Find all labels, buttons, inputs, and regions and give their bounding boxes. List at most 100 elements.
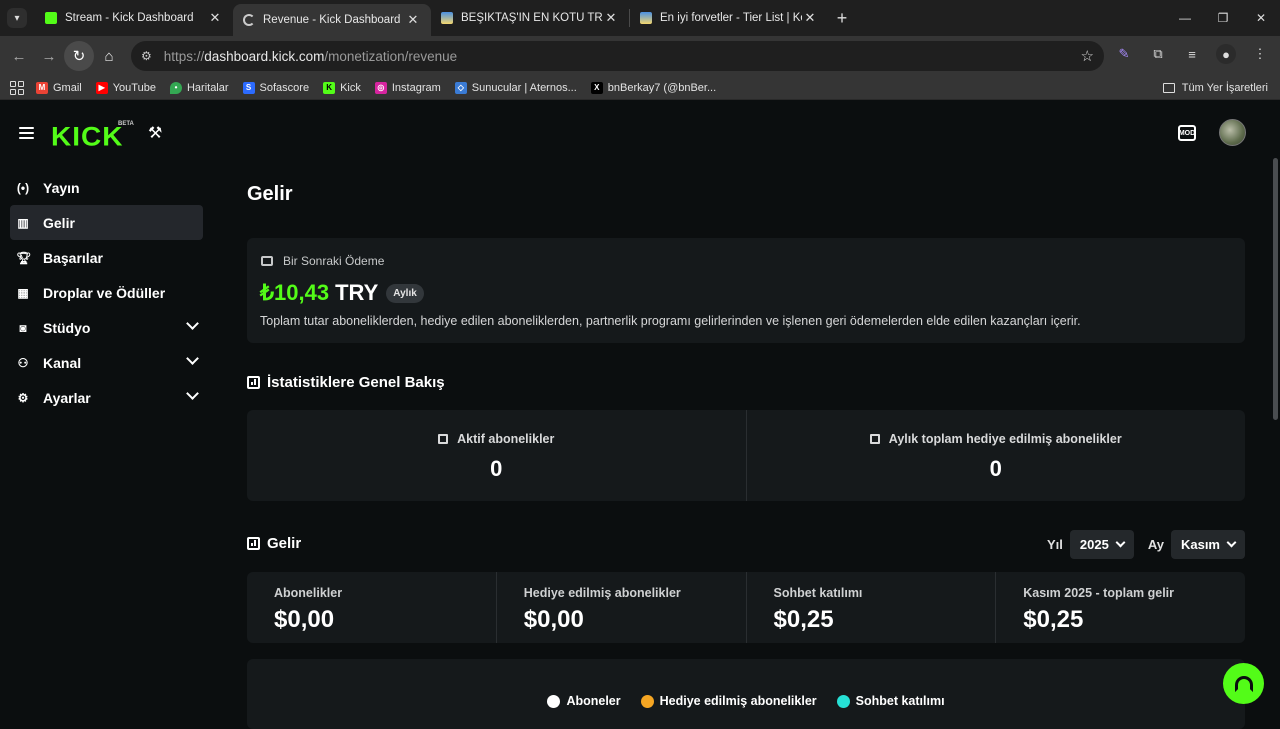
chevron-down-icon (186, 387, 199, 400)
hamburger-menu-icon[interactable] (19, 127, 34, 139)
tab-close-icon[interactable]: ✕ (603, 10, 619, 26)
address-toolbar: ← → ↻ ⌂ ⚙ https://dashboard.kick.com/mon… (0, 36, 1280, 76)
tab-besiktas[interactable]: BEŞİKTAŞ'IN EN KÖTÜ TRANSFE ✕ (431, 0, 629, 36)
payout-label: Bir Sonraki Ödeme (261, 254, 384, 268)
bookmark-instagram[interactable]: ◎ Instagram (374, 81, 441, 94)
revenue-breakdown-card: Abonelikler $0,00 Hediye edilmiş abonelik… (247, 572, 1245, 643)
gmail-icon: M (36, 81, 48, 94)
support-headset-button[interactable] (1223, 663, 1264, 704)
browser-tab-bar: ▾ Stream - Kick Dashboard ✕ Revenue - Ki… (0, 0, 1280, 36)
menu-kebab-icon[interactable]: ⋮ (1250, 44, 1270, 64)
tab-close-icon[interactable]: ✕ (802, 10, 818, 26)
moderator-icon[interactable]: MOD (1178, 125, 1196, 141)
window-controls: — ❐ ✕ (1166, 0, 1280, 36)
kick-logo[interactable]: KICK (51, 122, 123, 152)
headset-icon (1234, 675, 1253, 692)
tab-title: BEŞİKTAŞ'IN EN KÖTÜ TRANSFE (461, 12, 603, 24)
revenue-chat-participation: Sohbet katılımı $0,25 (745, 572, 996, 643)
bookmark-sofascore[interactable]: S Sofascore (242, 81, 309, 94)
bookmark-maps[interactable]: • Haritalar (169, 81, 229, 94)
chevron-down-icon (186, 317, 199, 330)
revenue-subscriptions: Abonelikler $0,00 (274, 586, 343, 633)
youtube-icon: ▶ (95, 81, 108, 94)
bookmark-star-icon[interactable]: ☆ (1081, 47, 1094, 65)
sidebar-item-ayarlar[interactable]: ⚙ Ayarlar (10, 380, 203, 415)
studio-icon: ◙ (19, 320, 27, 335)
settings-icon: ⚙ (17, 390, 29, 405)
channel-icon: ⚇ (17, 355, 29, 370)
bookmark-gmail[interactable]: M Gmail (36, 81, 82, 94)
page-scrollbar[interactable] (1273, 158, 1278, 420)
sidebar-item-gelir[interactable]: ▥ Gelir (10, 205, 203, 240)
tab-close-icon[interactable]: ✕ (405, 12, 421, 28)
sidebar-item-studyo[interactable]: ◙ Stüdyo (10, 310, 203, 345)
page-title: Gelir (247, 183, 293, 205)
payout-description: Toplam tutar aboneliklerden, hediye edil… (260, 314, 1081, 328)
all-bookmarks[interactable]: Tüm Yer İşaretleri (1162, 82, 1268, 94)
site-info-icon[interactable]: ⚙ (141, 49, 152, 63)
aternos-icon: ◇ (454, 81, 467, 94)
loading-favicon-icon (243, 14, 255, 26)
year-select[interactable]: 2025 (1069, 530, 1134, 559)
media-control-icon[interactable]: ≡ (1182, 44, 1202, 64)
sidebar-item-yayin[interactable]: (•) Yayın (10, 170, 203, 205)
sidebar: (•) Yayın ▥ Gelir 🏆︎ Başarılar ▦ Droplar ve … (10, 170, 203, 415)
bookmarks-bar: M Gmail ▶ YouTube • Haritalar S Sofascore KK… (0, 76, 1280, 100)
next-payout-card: Bir Sonraki Ödeme ₺10,43 TRY Aylık Topla… (247, 238, 1245, 343)
tab-revenue[interactable]: Revenue - Kick Dashboard ✕ (233, 4, 431, 36)
beta-badge: BETA (118, 121, 134, 127)
tab-stream[interactable]: Stream - Kick Dashboard ✕ (35, 0, 233, 36)
revenue-filters: Yıl 2025 Ay Kasım (1047, 530, 1245, 559)
reload-icon[interactable]: ↻ (64, 41, 94, 71)
url-bar[interactable]: ⚙ https://dashboard.kick.com/monetizatio… (131, 41, 1104, 71)
user-avatar[interactable] (1219, 119, 1246, 146)
gift-icon: ▦ (17, 285, 29, 300)
legend-item-subscribers[interactable]: Aboneler (547, 694, 621, 708)
tab-search-icon[interactable]: ▾ (7, 8, 27, 28)
chart-icon (438, 434, 449, 444)
sidebar-item-droplar[interactable]: ▦ Droplar ve Ödüller (10, 275, 203, 310)
bookmark-x[interactable]: XbnBerkay7 (@bnBer... (590, 81, 716, 94)
url-text: https://dashboard.kick.com/monetization/… (163, 48, 458, 64)
revenue-gifted-subs: Hediye edilmiş abonelikler $0,00 (495, 572, 746, 643)
tab-close-icon[interactable]: ✕ (207, 10, 223, 26)
legend-item-gifted[interactable]: Hediye edilmiş abonelikler (640, 694, 817, 708)
puzzle-extensions-icon[interactable]: ⧉ (1148, 44, 1168, 64)
chevron-down-icon (1226, 537, 1237, 548)
stat-active-subs: Aktif abonelikler 0 (247, 410, 746, 501)
kick-dashboard-page: KICK BETA ⚒ MOD (•) Yayın ▥ Gelir 🏆︎ Başarı… (0, 101, 1280, 729)
chevron-down-icon (1115, 537, 1126, 548)
folder-icon (1162, 82, 1175, 93)
bookmark-aternos[interactable]: ◇ Sunucular | Aternos... (454, 81, 577, 94)
bookmark-youtube[interactable]: ▶ YouTube (95, 81, 156, 94)
tab-title: Stream - Kick Dashboard (65, 12, 194, 24)
tab-title: En iyi forvetler - Tier List | Kör S (660, 12, 802, 24)
revenue-section-title: Gelir (247, 535, 301, 552)
new-tab-plus-icon[interactable]: + (828, 8, 856, 29)
bookmark-kick[interactable]: K Kick (323, 81, 361, 94)
sidebar-item-basarilar[interactable]: 🏆︎ Başarılar (10, 240, 203, 275)
forward-arrow-icon[interactable]: → (34, 41, 64, 71)
legend-dot (640, 694, 654, 708)
profile-icon[interactable]: ● (1216, 44, 1236, 64)
feather-extension-icon[interactable]: ✎ (1114, 44, 1134, 64)
month-select[interactable]: Kasım (1170, 530, 1245, 559)
close-window-icon[interactable]: ✕ (1242, 0, 1280, 36)
back-arrow-icon[interactable]: ← (4, 41, 34, 71)
sidebar-item-kanal[interactable]: ⚇ Kanal (10, 345, 203, 380)
legend-item-chat[interactable]: Sohbet katılımı (836, 694, 945, 708)
restore-icon[interactable]: ❐ (1204, 0, 1242, 36)
stats-icon (247, 376, 260, 389)
month-label: Ay (1147, 537, 1164, 552)
chart-icon (869, 434, 880, 444)
apps-grid-icon[interactable] (10, 80, 24, 95)
minimize-icon[interactable]: — (1166, 0, 1204, 36)
stats-section-title: İstatistiklere Genel Bakış (247, 374, 445, 391)
home-icon[interactable]: ⌂ (94, 41, 124, 71)
stat-value: 0 (490, 456, 503, 481)
stat-gifted-subs: Aylık toplam hediye edilmiş abonelikler … (745, 410, 1246, 501)
tab-tierlist[interactable]: En iyi forvetler - Tier List | Kör S ✕ (630, 0, 828, 36)
hammer-icon[interactable]: ⚒ (148, 123, 162, 143)
stats-card: Aktif abonelikler 0 Aylık toplam hediye … (247, 410, 1245, 501)
legend-dot (547, 694, 561, 708)
